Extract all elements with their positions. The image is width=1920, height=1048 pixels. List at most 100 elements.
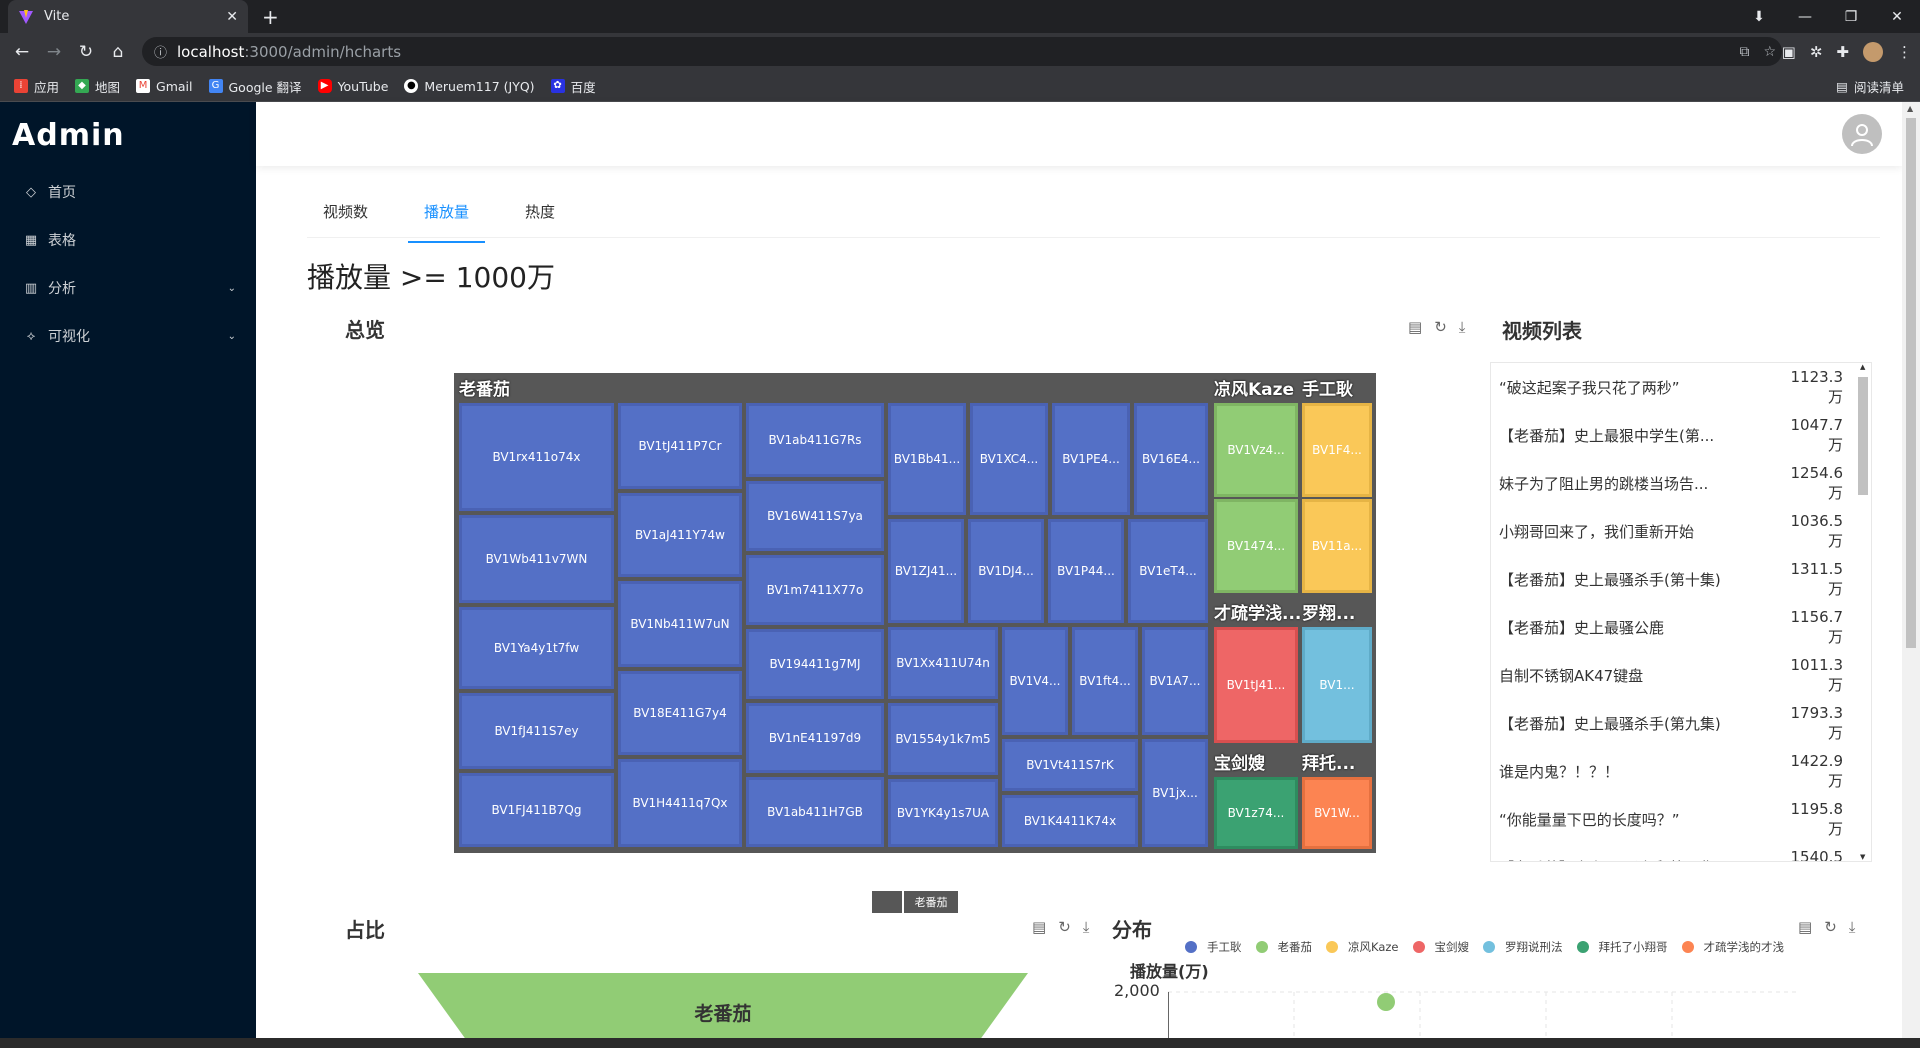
treemap-cell[interactable]: BV1jx... — [1142, 739, 1208, 847]
treemap-cell[interactable]: BV1554y1k7m5 — [888, 703, 998, 775]
restore-icon[interactable]: ↻ — [1058, 918, 1071, 936]
treemap-cell[interactable]: BV1z74... — [1214, 777, 1298, 849]
back-icon[interactable]: ← — [6, 42, 38, 62]
treemap-cell[interactable]: BV1PE4... — [1052, 403, 1130, 515]
save-image-icon[interactable]: ⤓ — [1083, 918, 1090, 936]
treemap-cell[interactable]: BV1ft4... — [1072, 627, 1138, 735]
address-bar[interactable]: ⓘ localhost:3000/admin/hcharts ⧉ ☆ — [142, 37, 1782, 66]
treemap-cell[interactable]: BV194411g7MJ — [746, 629, 884, 699]
legend-item[interactable]: 凉风Kaze — [1326, 939, 1399, 955]
scrollbar-thumb[interactable] — [1858, 377, 1868, 495]
treemap-cell[interactable]: BV1474... — [1214, 499, 1298, 593]
save-image-icon[interactable]: ⤓ — [1459, 318, 1466, 336]
legend-item[interactable]: 才疏学浅的才浅 — [1681, 939, 1784, 955]
treemap-cell[interactable]: BV1Nb411W7uN — [618, 581, 742, 667]
bookmark-youtube[interactable]: ▶ YouTube — [317, 79, 388, 94]
treemap-cell[interactable]: BV1F4... — [1302, 403, 1372, 497]
profile-avatar[interactable] — [1863, 42, 1883, 62]
treemap-cell[interactable]: BV1rx411o74x — [459, 403, 614, 511]
extension-icon[interactable]: ▣ — [1782, 43, 1796, 61]
list-item[interactable]: 【老番茄】史上最骚杀手(第八集) 1540.5万 — [1491, 843, 1871, 862]
treemap-cell[interactable]: BV1DJ4... — [968, 519, 1044, 623]
tab-video-count[interactable]: 视频数 — [323, 192, 368, 237]
treemap-cell[interactable]: BV1A7... — [1142, 627, 1208, 735]
bookmark-maps[interactable]: ◆ 地图 — [75, 77, 120, 96]
treemap-cell[interactable]: BV1fJ411S7ey — [459, 693, 614, 769]
treemap-cell[interactable]: BV1P44... — [1048, 519, 1124, 623]
scroll-down-icon[interactable]: ▼ — [1860, 853, 1865, 861]
sidebar-item-table[interactable]: ▦ 表格 — [0, 216, 256, 264]
settings-extension-icon[interactable]: ✲ — [1810, 43, 1823, 61]
restore-icon[interactable]: ↻ — [1434, 318, 1447, 336]
treemap-cell[interactable]: BV1Vz4... — [1214, 403, 1298, 497]
translate-icon[interactable]: ⧉ — [1739, 44, 1749, 60]
bookmark-translate[interactable]: G Google 翻译 — [208, 77, 302, 96]
treemap-cell[interactable]: BV1XC4... — [970, 403, 1048, 515]
treemap-cell[interactable]: BV1V4... — [1002, 627, 1068, 735]
treemap-cell[interactable]: BV1Vt411S7rK — [1002, 739, 1138, 791]
bookmark-star-icon[interactable]: ☆ — [1763, 44, 1776, 60]
treemap-cell[interactable]: BV16W411S7ya — [746, 481, 884, 551]
treemap-cell[interactable]: BV18E411G7y4 — [618, 671, 742, 755]
treemap-cell[interactable]: BV1K4411K74x — [1002, 795, 1138, 847]
minimize-icon[interactable]: — — [1782, 9, 1828, 25]
treemap-cell[interactable]: BV1Ya4y1t7fw — [459, 607, 614, 689]
restore-icon[interactable]: ❐ — [1828, 9, 1874, 25]
treemap-cell[interactable]: BV1m7411X77o — [746, 555, 884, 625]
menu-dots-icon[interactable]: ⋮ — [1897, 43, 1912, 61]
treemap-breadcrumb[interactable]: 老番茄 — [872, 891, 958, 913]
puzzle-icon[interactable]: ✚ — [1836, 43, 1849, 61]
scroll-up-icon[interactable]: ▲ — [1860, 363, 1865, 371]
list-item[interactable]: 谁是内鬼？！？！ 1422.9万 — [1491, 747, 1871, 795]
scrollbar-thumb[interactable] — [1906, 118, 1916, 648]
tab-play-count[interactable]: 播放量 — [408, 192, 486, 243]
treemap-cell[interactable]: BV1tJ41... — [1214, 627, 1298, 743]
home-icon[interactable]: ⌂ — [102, 42, 134, 62]
treemap-cell[interactable]: BV1eT4... — [1128, 519, 1208, 623]
list-item[interactable]: 小翔哥回来了，我们重新开始 1036.5万 — [1491, 507, 1871, 555]
treemap-cell[interactable]: BV1ab411H7GB — [746, 777, 884, 847]
video-list-scrollbar[interactable]: ▲ ▼ — [1857, 363, 1869, 861]
video-list[interactable]: “破这起案子我只花了两秒” 1123.3万 【老番茄】史上最狠中学生(第... 104… — [1490, 362, 1872, 862]
legend-item[interactable]: 拜托了小翔哥 — [1576, 939, 1668, 955]
reading-list[interactable]: ▤ 阅读清单 — [1836, 71, 1904, 102]
page-scrollbar[interactable]: ▲ — [1902, 102, 1920, 1038]
reload-icon[interactable]: ↻ — [70, 42, 102, 62]
sidebar-item-home[interactable]: ◇ 首页 — [0, 168, 256, 216]
treemap-cell[interactable]: BV16E4... — [1134, 403, 1208, 515]
data-view-icon[interactable]: ▤ — [1408, 318, 1422, 336]
list-item[interactable]: 【老番茄】史上最骚公鹿 1156.7万 — [1491, 603, 1871, 651]
new-tab-icon[interactable]: + — [262, 5, 279, 29]
scatter-legend[interactable]: 手工耿 老番茄 凉风Kaze 宝剑嫂 罗翔说刑法 拜托了小翔哥 才疏学浅的才浅 — [1185, 939, 1784, 955]
treemap-cell[interactable]: BV1YK4y1s7UA — [888, 779, 998, 847]
save-image-icon[interactable]: ⤓ — [1849, 918, 1856, 936]
funnel-chart[interactable]: 老番茄 — [418, 973, 1028, 1048]
list-item[interactable]: 【老番茄】史上最骚杀手(第十集) 1311.5万 — [1491, 555, 1871, 603]
sidebar-item-analysis[interactable]: ▥ 分析 ⌄ — [0, 264, 256, 312]
legend-item[interactable]: 老番茄 — [1255, 939, 1312, 955]
list-item[interactable]: 妹子为了阻止男的跳楼当场告... 1254.6万 — [1491, 459, 1871, 507]
treemap-cell[interactable]: BV1tJ411P7Cr — [618, 403, 742, 489]
treemap-cell[interactable]: BV1ab411G7Rs — [746, 403, 884, 477]
browser-tab[interactable]: Vite ✕ — [8, 0, 248, 33]
data-view-icon[interactable]: ▤ — [1798, 918, 1812, 936]
close-tab-icon[interactable]: ✕ — [226, 9, 238, 25]
scroll-up-icon[interactable]: ▲ — [1907, 104, 1913, 113]
forward-icon[interactable]: → — [38, 42, 70, 62]
bookmark-baidu[interactable]: ✿ 百度 — [550, 77, 596, 96]
breadcrumb-item[interactable]: 老番茄 — [902, 891, 958, 913]
treemap-cell[interactable]: BV1aJ411Y74w — [618, 493, 742, 577]
profile-down-icon[interactable]: ⬇ — [1736, 9, 1782, 25]
legend-item[interactable]: 宝剑嫂 — [1412, 939, 1469, 955]
treemap-cell[interactable]: BV1FJ411B7Qg — [459, 773, 614, 847]
data-view-icon[interactable]: ▤ — [1032, 918, 1046, 936]
treemap-cell[interactable]: BV1H4411q7Qx — [618, 759, 742, 847]
legend-item[interactable]: 罗翔说刑法 — [1483, 939, 1563, 955]
list-item[interactable]: “你能量量下巴的长度吗？” 1195.8万 — [1491, 795, 1871, 843]
treemap-cell[interactable]: BV1ZJ41... — [888, 519, 964, 623]
bookmark-apps[interactable]: ⁞ 应用 — [14, 77, 59, 96]
treemap-cell[interactable]: BV1nE41197d9 — [746, 703, 884, 773]
restore-icon[interactable]: ↻ — [1824, 918, 1837, 936]
list-item[interactable]: 【老番茄】史上最骚杀手(第九集) 1793.3万 — [1491, 699, 1871, 747]
treemap-cell[interactable]: BV1W... — [1302, 777, 1372, 849]
